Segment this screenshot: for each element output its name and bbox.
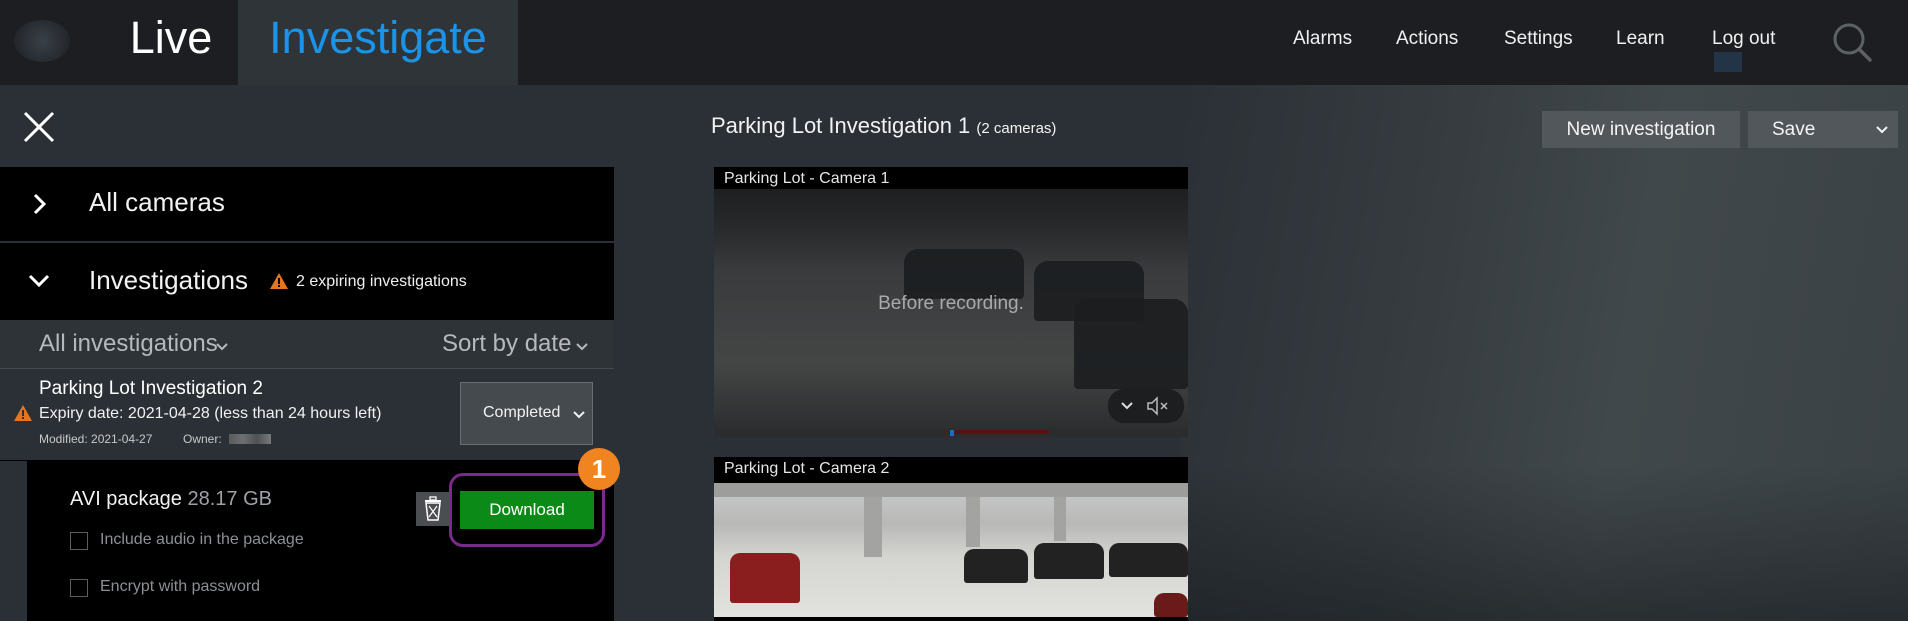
pillar [966, 497, 980, 547]
logo [14, 20, 70, 62]
tab-live[interactable]: Live [106, 0, 236, 85]
before-recording-overlay: Before recording. [878, 293, 1024, 314]
camera-2-video [714, 483, 1188, 617]
include-audio-label: Include audio in the package [100, 531, 304, 548]
nav-settings[interactable]: Settings [1504, 28, 1573, 50]
expiring-warning-text: 2 expiring investigations [296, 273, 467, 290]
package-name: AVI package [70, 488, 182, 510]
investigation-item-title: Parking Lot Investigation 2 [39, 378, 263, 399]
callout-number-badge: 1 [578, 448, 620, 490]
chevron-down-icon [28, 274, 50, 288]
hover-marker [1714, 52, 1742, 72]
investigations-label: Investigations [89, 265, 248, 295]
save-chevron-icon [1876, 126, 1888, 134]
include-audio-checkbox[interactable] [70, 532, 88, 550]
encrypt-checkbox[interactable] [70, 579, 88, 597]
investigation-title: Parking Lot Investigation 1 (2 cameras) [711, 113, 1056, 139]
all-cameras-row[interactable]: All cameras [0, 167, 614, 243]
chevron-down-icon[interactable] [1120, 401, 1134, 411]
all-cameras-label: All cameras [89, 187, 225, 217]
camera-count: (2 cameras) [976, 120, 1057, 137]
tab-investigate[interactable]: Investigate [238, 0, 518, 85]
trash-icon [425, 496, 441, 521]
car-silhouette [904, 249, 1024, 299]
filter-chevron-icon [216, 343, 228, 351]
camera-tile-1[interactable]: Parking Lot - Camera 1 Before recording. [714, 167, 1188, 437]
parked-car [964, 549, 1028, 583]
owner-label: Owner: [183, 432, 222, 446]
delete-package-button[interactable] [416, 492, 450, 526]
warning-icon [270, 273, 288, 289]
nav-log-out[interactable]: Log out [1712, 28, 1775, 50]
chevron-right-icon [33, 193, 47, 215]
save-label: Save [1772, 119, 1816, 140]
new-investigation-button[interactable]: New investigation [1542, 111, 1740, 148]
filter-dropdown[interactable]: All investigations [39, 330, 218, 358]
status-label: Completed [483, 404, 561, 421]
expiry-warning-icon [14, 405, 32, 421]
modified-date: Modified: 2021-04-27 [39, 432, 153, 446]
ceiling-beam [714, 483, 1188, 497]
close-icon[interactable] [22, 110, 56, 144]
video-controls [1108, 389, 1184, 423]
status-dropdown[interactable]: Completed [460, 382, 593, 445]
top-bar: Live Investigate Alarms Actions Settings… [0, 0, 1908, 85]
red-car [1154, 593, 1188, 617]
owner-name-redacted [229, 434, 271, 444]
encrypt-label: Encrypt with password [100, 578, 261, 595]
camera-label: Parking Lot - Camera 2 [724, 460, 890, 477]
sort-chevron-icon [576, 343, 588, 351]
parked-car [1109, 543, 1188, 577]
package-size: 28.17 GB [187, 488, 273, 510]
package-title: AVI package 28.17 GB [70, 488, 272, 511]
mute-icon[interactable] [1146, 396, 1170, 416]
pillar [1054, 497, 1066, 541]
callout-highlight [449, 473, 605, 547]
red-car [730, 553, 800, 603]
pillar [864, 497, 882, 557]
timeline-marker [950, 430, 954, 436]
parked-car [1034, 543, 1104, 579]
status-chevron-icon [573, 411, 585, 419]
expiry-date: Expiry date: 2021-04-28 (less than 24 ho… [39, 405, 382, 422]
search-icon[interactable] [1832, 22, 1872, 62]
camera-label: Parking Lot - Camera 1 [724, 170, 890, 187]
investigations-panel: All cameras Investigations 2 expiring in… [0, 167, 620, 621]
nav-actions[interactable]: Actions [1396, 28, 1458, 50]
timeline-recording-segment [949, 430, 1049, 434]
investigation-name: Parking Lot Investigation 1 [711, 113, 971, 138]
sort-dropdown[interactable]: Sort by date [442, 330, 571, 358]
camera-tile-2[interactable]: Parking Lot - Camera 2 [714, 457, 1188, 621]
nav-learn[interactable]: Learn [1616, 28, 1665, 50]
save-button[interactable]: Save [1748, 111, 1898, 148]
filter-bar: All investigations Sort by date [0, 320, 614, 369]
background-scene [1180, 85, 1908, 621]
nav-alarms[interactable]: Alarms [1293, 28, 1352, 50]
package-indent [0, 461, 27, 621]
